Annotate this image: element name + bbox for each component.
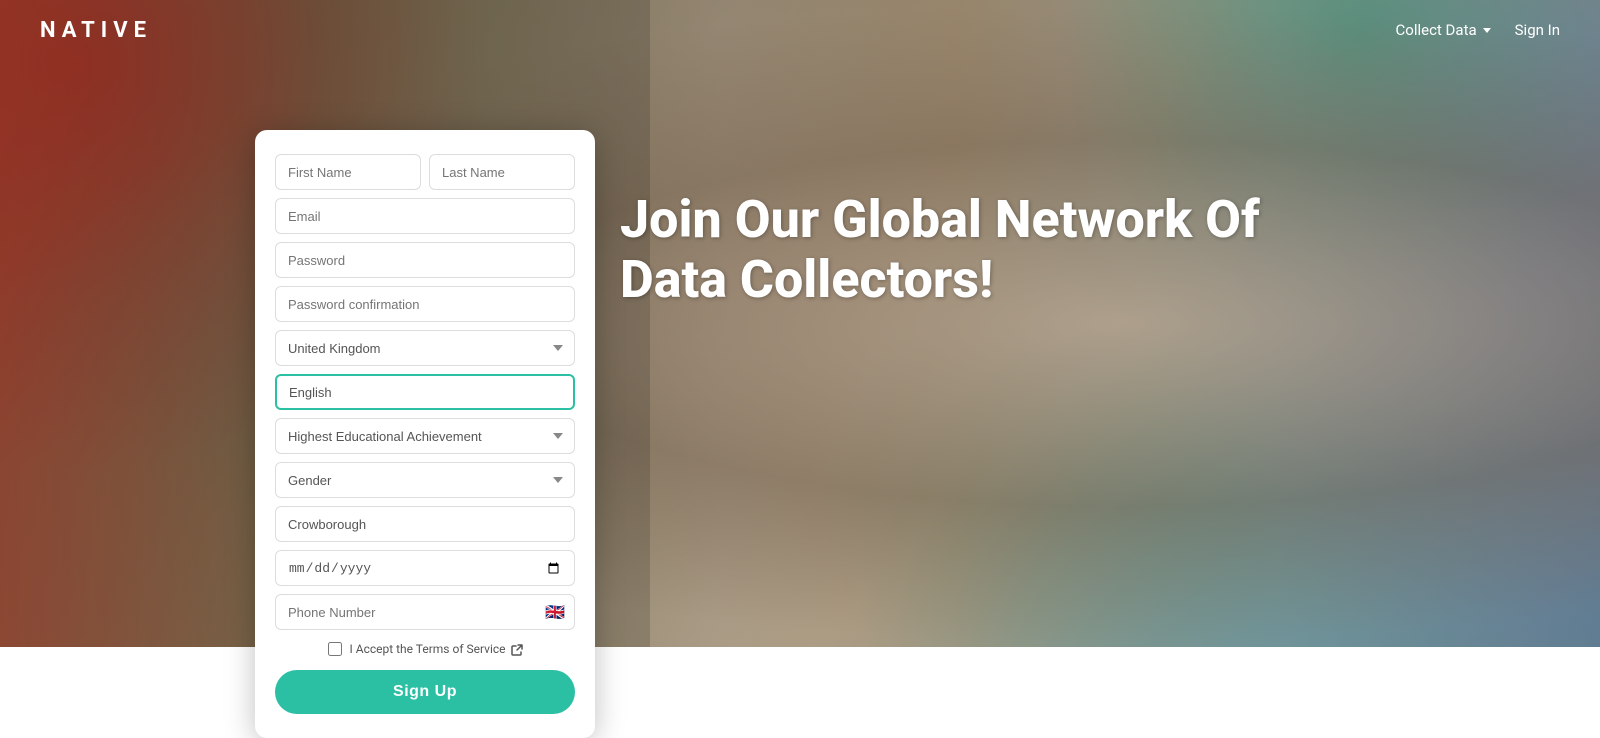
city-group (275, 506, 575, 542)
email-group (275, 198, 575, 234)
external-link-icon (511, 644, 523, 656)
app-logo: NATIVE (40, 18, 152, 43)
hero-section: Join Our Global Network Of Data Collecto… (620, 190, 1260, 310)
collect-data-nav[interactable]: Collect Data (1396, 21, 1491, 39)
navbar: NATIVE Collect Data Sign In (0, 0, 1600, 60)
collect-data-chevron-icon (1483, 28, 1491, 33)
dob-input[interactable] (275, 550, 575, 586)
hero-headline: Join Our Global Network Of Data Collecto… (620, 190, 1260, 310)
password-confirm-input[interactable] (275, 286, 575, 322)
phone-input[interactable] (275, 594, 575, 630)
gender-select[interactable]: Gender (275, 462, 575, 498)
gender-group: Gender (275, 462, 575, 498)
signup-button[interactable]: Sign Up (275, 670, 575, 714)
language-group (275, 374, 575, 410)
education-select[interactable]: Highest Educational Achievement (275, 418, 575, 454)
terms-checkbox[interactable] (328, 642, 342, 656)
main-content: United Kingdom Highest Educational Achie… (0, 60, 1600, 647)
nav-right: Collect Data Sign In (1396, 21, 1560, 39)
password-input[interactable] (275, 242, 575, 278)
first-name-input[interactable] (275, 154, 421, 190)
dob-group (275, 550, 575, 586)
country-group: United Kingdom (275, 330, 575, 366)
sign-in-nav[interactable]: Sign In (1515, 21, 1560, 39)
terms-label: I Accept the Terms of Service (350, 642, 523, 656)
password-confirm-group (275, 286, 575, 322)
education-group: Highest Educational Achievement (275, 418, 575, 454)
last-name-input[interactable] (429, 154, 575, 190)
language-input[interactable] (275, 374, 575, 410)
terms-row: I Accept the Terms of Service (275, 642, 575, 656)
email-input[interactable] (275, 198, 575, 234)
phone-flag-icon: 🇬🇧 (545, 603, 565, 622)
country-select[interactable]: United Kingdom (275, 330, 575, 366)
phone-group: 🇬🇧 (275, 594, 575, 630)
name-row (275, 154, 575, 190)
password-group (275, 242, 575, 278)
city-input[interactable] (275, 506, 575, 542)
